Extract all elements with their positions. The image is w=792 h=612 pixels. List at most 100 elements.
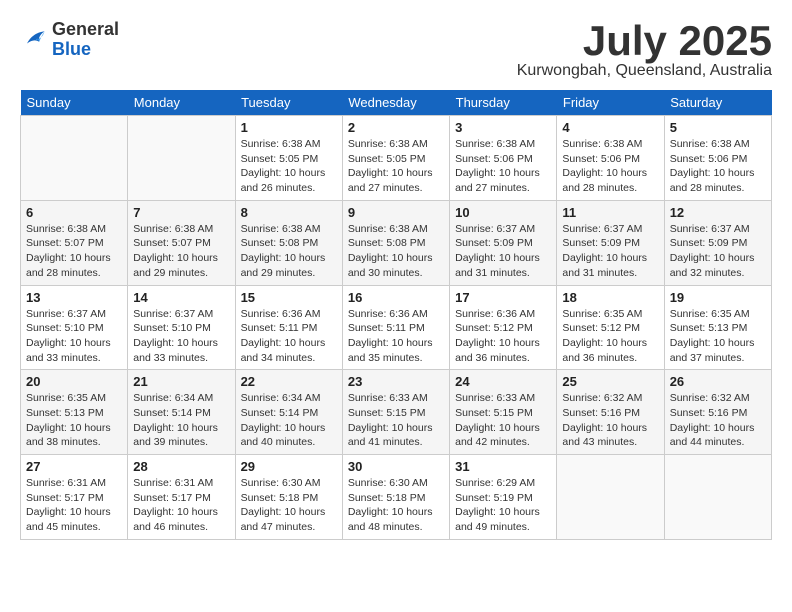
calendar-cell: 20 Sunrise: 6:35 AM Sunset: 5:13 PM Dayli… [21,370,128,455]
page-header: General Blue July 2025 Kurwongbah, Queen… [20,20,772,80]
calendar-cell: 17Sunrise: 6:36 AM Sunset: 5:12 PM Dayli… [450,285,557,370]
day-number: 1 [241,120,337,135]
day-number: 26 [670,374,766,389]
day-info: Sunrise: 6:31 AM Sunset: 5:17 PM Dayligh… [26,476,122,535]
calendar-cell: 1 Sunrise: 6:38 AM Sunset: 5:05 PM Daylig… [235,116,342,201]
calendar-cell [557,455,664,540]
day-number: 31 [455,459,551,474]
day-number: 2 [348,120,444,135]
day-number: 8 [241,205,337,220]
day-number: 3 [455,120,551,135]
day-number: 19 [670,290,766,305]
day-info: Sunrise: 6:38 AM Sunset: 5:08 PM Dayligh… [348,222,444,281]
calendar-cell [21,116,128,201]
calendar-table: SundayMondayTuesdayWednesdayThursdayFrid… [20,90,772,540]
weekday-tuesday: Tuesday [235,90,342,116]
day-info: Sunrise: 6:35 AM Sunset: 5:12 PM Dayligh… [562,307,658,366]
day-number: 18 [562,290,658,305]
calendar-cell: 25 Sunrise: 6:32 AM Sunset: 5:16 PM Dayli… [557,370,664,455]
day-number: 16 [348,290,444,305]
weekday-thursday: Thursday [450,90,557,116]
calendar-cell: 12Sunrise: 6:37 AM Sunset: 5:09 PM Dayli… [664,200,771,285]
calendar-cell: 29Sunrise: 6:30 AM Sunset: 5:18 PM Dayli… [235,455,342,540]
calendar-cell: 21 Sunrise: 6:34 AM Sunset: 5:14 PM Dayli… [128,370,235,455]
day-number: 11 [562,205,658,220]
logo-general: General [52,20,119,40]
day-number: 21 [133,374,229,389]
calendar-cell: 15 Sunrise: 6:36 AM Sunset: 5:11 PM Dayli… [235,285,342,370]
calendar-cell: 7Sunrise: 6:38 AM Sunset: 5:07 PM Daylig… [128,200,235,285]
week-row-1: 1 Sunrise: 6:38 AM Sunset: 5:05 PM Daylig… [21,116,772,201]
day-info: Sunrise: 6:34 AM Sunset: 5:14 PM Dayligh… [133,391,229,450]
day-number: 17 [455,290,551,305]
title-block: July 2025 Kurwongbah, Queensland, Austra… [517,20,772,80]
day-info: Sunrise: 6:34 AM Sunset: 5:14 PM Dayligh… [241,391,337,450]
calendar-cell: 30 Sunrise: 6:30 AM Sunset: 5:18 PM Dayli… [342,455,449,540]
logo-text: General Blue [52,20,119,60]
week-row-3: 13 Sunrise: 6:37 AM Sunset: 5:10 PM Dayli… [21,285,772,370]
day-info: Sunrise: 6:35 AM Sunset: 5:13 PM Dayligh… [26,391,122,450]
day-number: 23 [348,374,444,389]
calendar-cell: 5Sunrise: 6:38 AM Sunset: 5:06 PM Daylig… [664,116,771,201]
day-number: 27 [26,459,122,474]
calendar-cell: 22Sunrise: 6:34 AM Sunset: 5:14 PM Dayli… [235,370,342,455]
calendar-cell: 31Sunrise: 6:29 AM Sunset: 5:19 PM Dayli… [450,455,557,540]
week-row-5: 27 Sunrise: 6:31 AM Sunset: 5:17 PM Dayli… [21,455,772,540]
day-number: 30 [348,459,444,474]
day-number: 10 [455,205,551,220]
day-info: Sunrise: 6:30 AM Sunset: 5:18 PM Dayligh… [348,476,444,535]
logo-bird-icon [20,26,48,54]
day-info: Sunrise: 6:33 AM Sunset: 5:15 PM Dayligh… [455,391,551,450]
calendar-cell: 8 Sunrise: 6:38 AM Sunset: 5:08 PM Daylig… [235,200,342,285]
calendar-cell: 4Sunrise: 6:38 AM Sunset: 5:06 PM Daylig… [557,116,664,201]
day-number: 9 [348,205,444,220]
day-info: Sunrise: 6:38 AM Sunset: 5:08 PM Dayligh… [241,222,337,281]
week-row-2: 6Sunrise: 6:38 AM Sunset: 5:07 PM Daylig… [21,200,772,285]
calendar-cell: 11 Sunrise: 6:37 AM Sunset: 5:09 PM Dayli… [557,200,664,285]
day-number: 20 [26,374,122,389]
day-number: 24 [455,374,551,389]
weekday-header-row: SundayMondayTuesdayWednesdayThursdayFrid… [21,90,772,116]
calendar-cell: 26 Sunrise: 6:32 AM Sunset: 5:16 PM Dayli… [664,370,771,455]
calendar-cell [664,455,771,540]
day-number: 15 [241,290,337,305]
calendar-cell: 23Sunrise: 6:33 AM Sunset: 5:15 PM Dayli… [342,370,449,455]
day-number: 29 [241,459,337,474]
weekday-wednesday: Wednesday [342,90,449,116]
day-info: Sunrise: 6:38 AM Sunset: 5:05 PM Dayligh… [348,137,444,196]
day-info: Sunrise: 6:32 AM Sunset: 5:16 PM Dayligh… [562,391,658,450]
day-number: 6 [26,205,122,220]
day-number: 28 [133,459,229,474]
calendar-cell: 27 Sunrise: 6:31 AM Sunset: 5:17 PM Dayli… [21,455,128,540]
day-info: Sunrise: 6:37 AM Sunset: 5:09 PM Dayligh… [562,222,658,281]
weekday-monday: Monday [128,90,235,116]
logo-blue: Blue [52,40,119,60]
weekday-saturday: Saturday [664,90,771,116]
day-info: Sunrise: 6:37 AM Sunset: 5:09 PM Dayligh… [455,222,551,281]
day-number: 4 [562,120,658,135]
calendar-cell: 14 Sunrise: 6:37 AM Sunset: 5:10 PM Dayli… [128,285,235,370]
day-number: 12 [670,205,766,220]
day-info: Sunrise: 6:36 AM Sunset: 5:11 PM Dayligh… [241,307,337,366]
day-number: 25 [562,374,658,389]
month-title: July 2025 [517,20,772,62]
calendar-cell: 16 Sunrise: 6:36 AM Sunset: 5:11 PM Dayli… [342,285,449,370]
day-info: Sunrise: 6:37 AM Sunset: 5:10 PM Dayligh… [133,307,229,366]
weekday-sunday: Sunday [21,90,128,116]
day-number: 7 [133,205,229,220]
day-info: Sunrise: 6:38 AM Sunset: 5:05 PM Dayligh… [241,137,337,196]
weekday-friday: Friday [557,90,664,116]
day-number: 13 [26,290,122,305]
calendar-cell: 18 Sunrise: 6:35 AM Sunset: 5:12 PM Dayli… [557,285,664,370]
calendar-cell: 13 Sunrise: 6:37 AM Sunset: 5:10 PM Dayli… [21,285,128,370]
calendar-cell: 24 Sunrise: 6:33 AM Sunset: 5:15 PM Dayli… [450,370,557,455]
day-info: Sunrise: 6:37 AM Sunset: 5:10 PM Dayligh… [26,307,122,366]
week-row-4: 20 Sunrise: 6:35 AM Sunset: 5:13 PM Dayli… [21,370,772,455]
day-info: Sunrise: 6:36 AM Sunset: 5:11 PM Dayligh… [348,307,444,366]
day-number: 14 [133,290,229,305]
calendar-cell: 28Sunrise: 6:31 AM Sunset: 5:17 PM Dayli… [128,455,235,540]
calendar-cell: 3Sunrise: 6:38 AM Sunset: 5:06 PM Daylig… [450,116,557,201]
calendar-cell: 19Sunrise: 6:35 AM Sunset: 5:13 PM Dayli… [664,285,771,370]
calendar-cell: 10 Sunrise: 6:37 AM Sunset: 5:09 PM Dayli… [450,200,557,285]
day-info: Sunrise: 6:32 AM Sunset: 5:16 PM Dayligh… [670,391,766,450]
